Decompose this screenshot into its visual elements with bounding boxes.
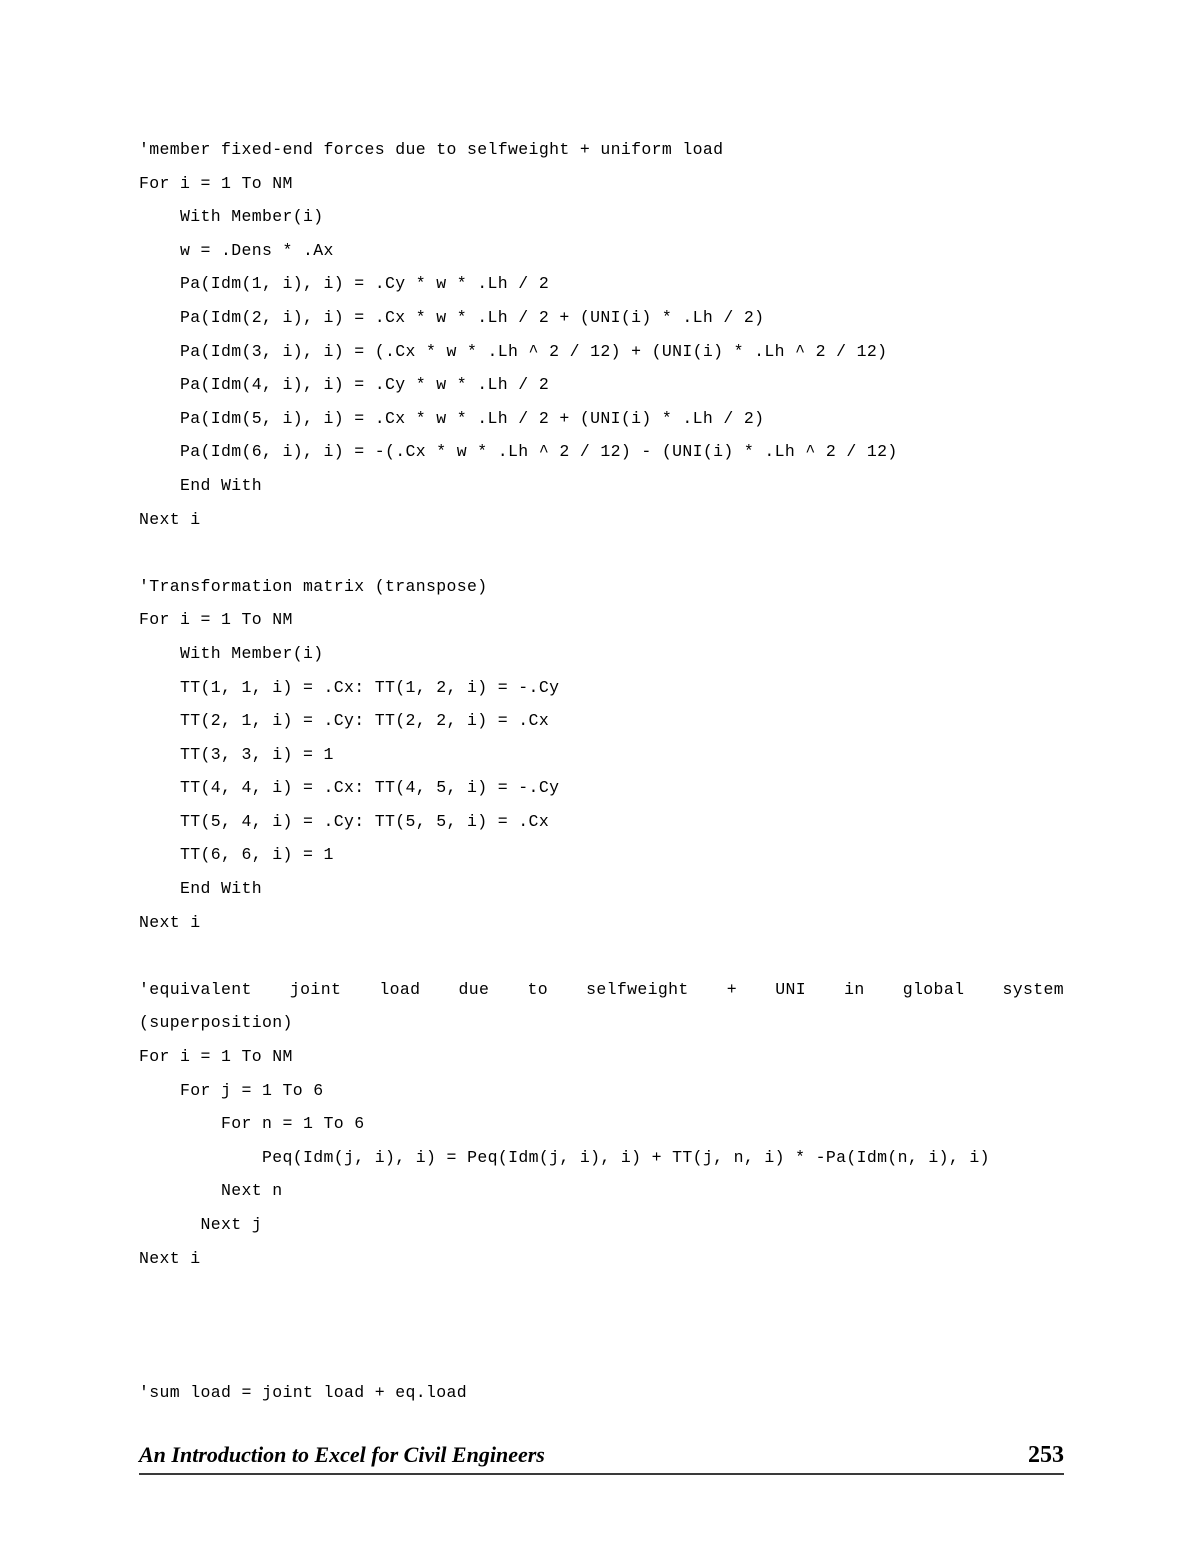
code-line: End With — [139, 475, 263, 495]
code-line: TT(6, 6, i) = 1 — [139, 845, 334, 865]
code-block-fixed-end-forces: 'member fixed-end forces due to selfweig… — [139, 133, 1064, 570]
code-comment-line-2: (superposition) — [139, 1013, 293, 1033]
code-line: End With — [139, 879, 263, 899]
code-line: TT(3, 3, i) = 1 — [139, 744, 334, 764]
code-line: TT(4, 4, i) = .Cx: TT(4, 5, i) = -.Cy — [139, 778, 560, 798]
code-line: With Member(i) — [139, 643, 324, 663]
code-line: With Member(i) — [139, 207, 324, 227]
document-page: 'member fixed-end forces due to selfweig… — [0, 0, 1200, 1553]
code-listing: 'member fixed-end forces due to selfweig… — [139, 133, 1064, 1410]
code-line: TT(5, 4, i) = .Cy: TT(5, 5, i) = .Cx — [139, 811, 550, 831]
code-comment-justified: 'equivalent joint load due to selfweight… — [139, 973, 1064, 1040]
code-line: Pa(Idm(2, i), i) = .Cx * w * .Lh / 2 + (… — [139, 307, 765, 327]
code-line: Pa(Idm(1, i), i) = .Cy * w * .Lh / 2 — [139, 274, 550, 294]
code-comment-line-1: 'equivalent joint load due to selfweight… — [139, 979, 1064, 999]
code-line: For i = 1 To NM — [139, 173, 293, 193]
page-footer: An Introduction to Excel for Civil Engin… — [139, 1442, 1064, 1475]
code-block-transformation-matrix: 'Transformation matrix (transpose) For i… — [139, 570, 1064, 973]
code-block-sum-load: 'sum load = joint load + eq.load — [139, 1376, 1064, 1410]
code-line: For i = 1 To NM — [139, 1047, 293, 1067]
code-line: 'member fixed-end forces due to selfweig… — [139, 140, 724, 159]
code-line: Next j — [139, 1215, 263, 1234]
code-line: Next i — [139, 509, 201, 529]
code-line: Pa(Idm(4, i), i) = .Cy * w * .Lh / 2 — [139, 375, 550, 395]
footer-row: An Introduction to Excel for Civil Engin… — [139, 1442, 1064, 1475]
code-line: Pa(Idm(3, i), i) = (.Cx * w * .Lh ^ 2 / … — [139, 341, 888, 361]
code-line: 'Transformation matrix (transpose) — [139, 576, 488, 596]
code-line: Next n — [139, 1181, 283, 1201]
code-line: w = .Dens * .Ax — [139, 240, 334, 260]
code-line: For n = 1 To 6 — [139, 1114, 365, 1134]
code-line: Next i — [139, 1248, 201, 1268]
code-line-wrapped: Peq(Idm(j, i), i) = Peq(Idm(j, i), i) + … — [139, 1147, 990, 1167]
code-line: For i = 1 To NM — [139, 610, 293, 630]
code-line: Next i — [139, 912, 201, 932]
footer-book-title: An Introduction to Excel for Civil Engin… — [139, 1442, 545, 1467]
code-line: Pa(Idm(5, i), i) = .Cx * w * .Lh / 2 + (… — [139, 408, 765, 428]
code-line: For j = 1 To 6 — [139, 1080, 324, 1100]
code-line: TT(2, 1, i) = .Cy: TT(2, 2, i) = .Cx — [139, 711, 550, 731]
footer-page-number: 253 — [1028, 1442, 1064, 1468]
code-line: 'sum load = joint load + eq.load — [139, 1382, 468, 1402]
code-line: TT(1, 1, i) = .Cx: TT(1, 2, i) = -.Cy — [139, 677, 560, 697]
code-line: Pa(Idm(6, i), i) = -(.Cx * w * .Lh ^ 2 /… — [139, 442, 898, 462]
code-block-equivalent-joint-load: 'equivalent joint load due to selfweight… — [139, 973, 1064, 1376]
